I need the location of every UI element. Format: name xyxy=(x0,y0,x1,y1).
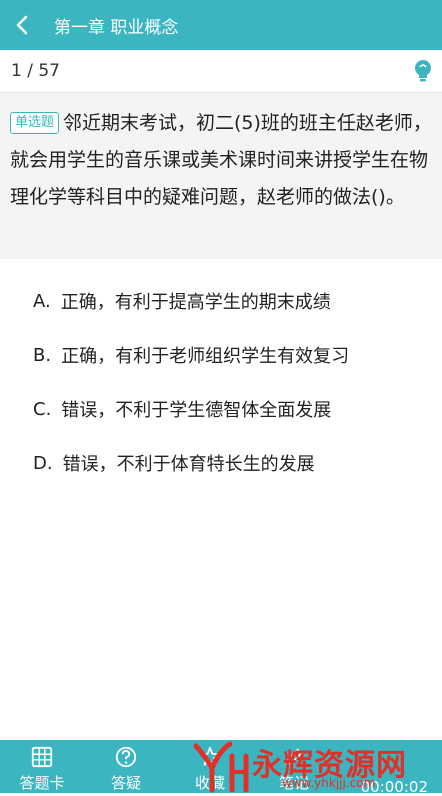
option-a[interactable]: A. 正确，有利于提高学生的期末成绩 xyxy=(0,274,442,328)
option-letter: A. xyxy=(33,290,51,312)
options-list: A. 正确，有利于提高学生的期末成绩 B. 正确，有利于老师组织学生有效复习 C… xyxy=(0,274,442,490)
option-text: 正确，有利于提高学生的期末成绩 xyxy=(60,292,331,313)
option-letter: D. xyxy=(33,452,53,474)
option-text: 正确，有利于老师组织学生有效复习 xyxy=(61,346,350,367)
question-panel: 单选题 邻近期末考试，初二(5)班的班主任赵老师，就会用学生的音乐课或美术课时间来… xyxy=(0,93,442,259)
progress-row: 1 / 57 xyxy=(0,50,442,93)
option-c[interactable]: C. 错误，不利于学生德智体全面发展 xyxy=(0,382,442,436)
answer-card-label: 答题卡 xyxy=(19,774,65,792)
notes-button[interactable]: 笔记 xyxy=(252,740,336,793)
timer: 00:00:02 xyxy=(360,778,428,796)
option-letter: B. xyxy=(33,344,52,366)
page-title: 第一章 职业概念 xyxy=(54,17,179,38)
favorite-button[interactable]: 收藏 xyxy=(168,740,252,793)
chevron-left-icon xyxy=(16,15,28,35)
doubt-label: 答疑 xyxy=(110,774,141,792)
back-button[interactable] xyxy=(0,0,44,50)
option-d[interactable]: D. 错误，不利于体育特长生的发展 xyxy=(0,436,442,490)
doubt-button[interactable]: 答疑 xyxy=(84,740,168,793)
option-text: 错误，不利于体育特长生的发展 xyxy=(62,454,315,475)
notes-label: 笔记 xyxy=(278,774,309,792)
favorite-label: 收藏 xyxy=(194,774,225,792)
question-text: 邻近期末考试，初二(5)班的班主任赵老师，就会用学生的音乐课或美术课时间来讲授学… xyxy=(10,112,432,208)
option-text: 错误，不利于学生德智体全面发展 xyxy=(61,400,332,421)
question-counter: 1 / 57 xyxy=(11,61,60,81)
option-b[interactable]: B. 正确，有利于老师组织学生有效复习 xyxy=(0,328,442,382)
question-circle-icon xyxy=(115,746,137,768)
option-letter: C. xyxy=(33,398,52,420)
grid-icon xyxy=(31,746,53,768)
lightbulb-icon[interactable] xyxy=(412,58,434,84)
question-body: 单选题 邻近期末考试，初二(5)班的班主任赵老师，就会用学生的音乐课或美术课时间来… xyxy=(10,105,436,216)
question-type-badge: 单选题 xyxy=(10,112,60,134)
top-bar: 第一章 职业概念 xyxy=(0,0,442,50)
star-icon xyxy=(200,746,220,766)
bottom-toolbar: 答题卡 答疑 收藏 笔记 00:00:02 xyxy=(0,740,442,796)
pencil-icon xyxy=(285,748,303,766)
answer-card-button[interactable]: 答题卡 xyxy=(0,740,84,793)
